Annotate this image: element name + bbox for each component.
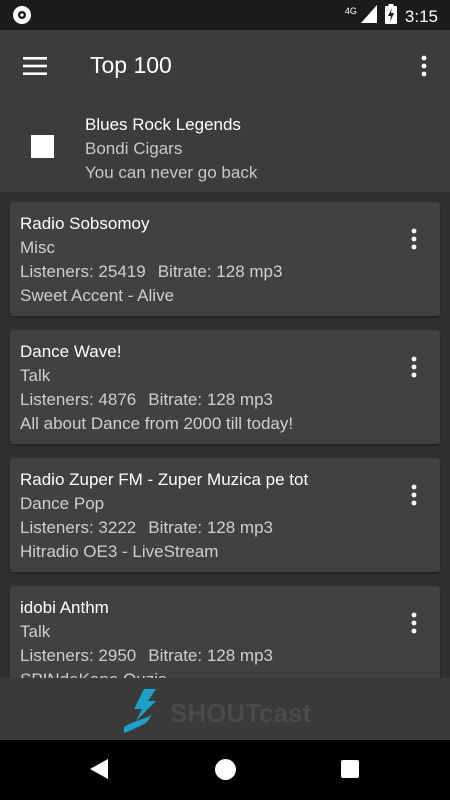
station-genre: Talk [20, 622, 51, 641]
hamburger-menu-icon[interactable] [15, 46, 55, 86]
page-title: Top 100 [90, 52, 172, 78]
station-name: Dance Wave! [20, 342, 122, 361]
shoutcast-logo: SHOUTcast [122, 687, 311, 740]
station-card[interactable]: Radio Sobsomoy Misc Listeners: 25419 Bitr… [10, 202, 440, 316]
station-card[interactable]: Radio Zuper FM - Zuper Muzica pe tot Dan… [10, 458, 440, 572]
now-playing-panel[interactable]: Blues Rock Legends Bondi Cigars You can … [0, 102, 450, 192]
station-name: Radio Sobsomoy [20, 214, 150, 233]
more-vert-icon[interactable] [402, 480, 426, 510]
station-genre: Misc [20, 238, 55, 257]
station-bitrate: Bitrate: 128 mp3 [148, 646, 273, 665]
logo-text: SHOUTcast [170, 698, 312, 728]
station-genre: Dance Pop [20, 494, 105, 513]
station-card[interactable]: idobi Anthm Talk Listeners: 2950 Bitrate:… [10, 586, 440, 678]
station-artwork [31, 135, 54, 158]
app-bar: Top 100 [0, 30, 450, 102]
station-bitrate: Bitrate: 128 mp3 [148, 518, 273, 537]
footer-banner: SHOUTcast [0, 678, 450, 740]
more-vert-icon[interactable] [402, 224, 426, 254]
station-listeners: Listeners: 2950 [20, 646, 137, 665]
network-type: 4G [344, 5, 357, 16]
station-stats: Listeners: 3222 Bitrate: 128 mp3 [20, 516, 400, 540]
station-bitrate: Bitrate: 128 mp3 [157, 262, 283, 281]
station-name: idobi Anthm [20, 598, 109, 617]
more-vert-icon[interactable] [402, 352, 426, 382]
station-listeners: Listeners: 25419 [20, 262, 146, 281]
station-now-playing: SPINdeKane Ouzis [20, 668, 400, 678]
station-name: Radio Zuper FM - Zuper Muzica pe tot [20, 470, 309, 489]
battery-charging-icon [384, 4, 397, 29]
signal-icon [360, 5, 377, 28]
station-now-playing: Hitradio OE3 - LiveStream [20, 542, 219, 561]
now-playing-track: You can never go back [85, 163, 258, 182]
more-vert-icon[interactable] [412, 46, 436, 86]
screen: 4G 3:15 Top 100 Blues Rock Legends Bondi… [0, 0, 450, 800]
station-genre: Talk [20, 366, 51, 385]
station-stats: Listeners: 4876 Bitrate: 128 mp3 [20, 388, 400, 412]
station-list[interactable]: Radio Sobsomoy Misc Listeners: 25419 Bitr… [0, 192, 450, 678]
station-listeners: Listeners: 4876 [20, 390, 137, 409]
station-stats: Listeners: 25419 Bitrate: 128 mp3 [20, 260, 400, 284]
station-card[interactable]: Dance Wave! Talk Listeners: 4876 Bitrate:… [10, 330, 440, 444]
lightning-bolt-icon [122, 687, 168, 740]
now-playing-artist: Bondi Cigars [85, 139, 183, 158]
station-bitrate: Bitrate: 128 mp3 [148, 390, 273, 409]
app-notification-icon [12, 5, 32, 30]
station-now-playing: Sweet Accent - Alive [20, 286, 175, 305]
home-icon[interactable] [215, 759, 236, 780]
more-vert-icon[interactable] [402, 608, 426, 638]
back-icon[interactable] [90, 759, 108, 784]
clock: 3:15 [404, 6, 438, 26]
navigation-bar [0, 740, 450, 800]
now-playing-station: Blues Rock Legends [85, 115, 241, 134]
status-bar: 4G 3:15 [0, 0, 450, 30]
station-stats: Listeners: 2950 Bitrate: 128 mp3 [20, 644, 400, 668]
recents-icon[interactable] [341, 760, 359, 778]
station-listeners: Listeners: 3222 [20, 518, 137, 537]
station-now-playing: All about Dance from 2000 till today! [20, 414, 294, 433]
